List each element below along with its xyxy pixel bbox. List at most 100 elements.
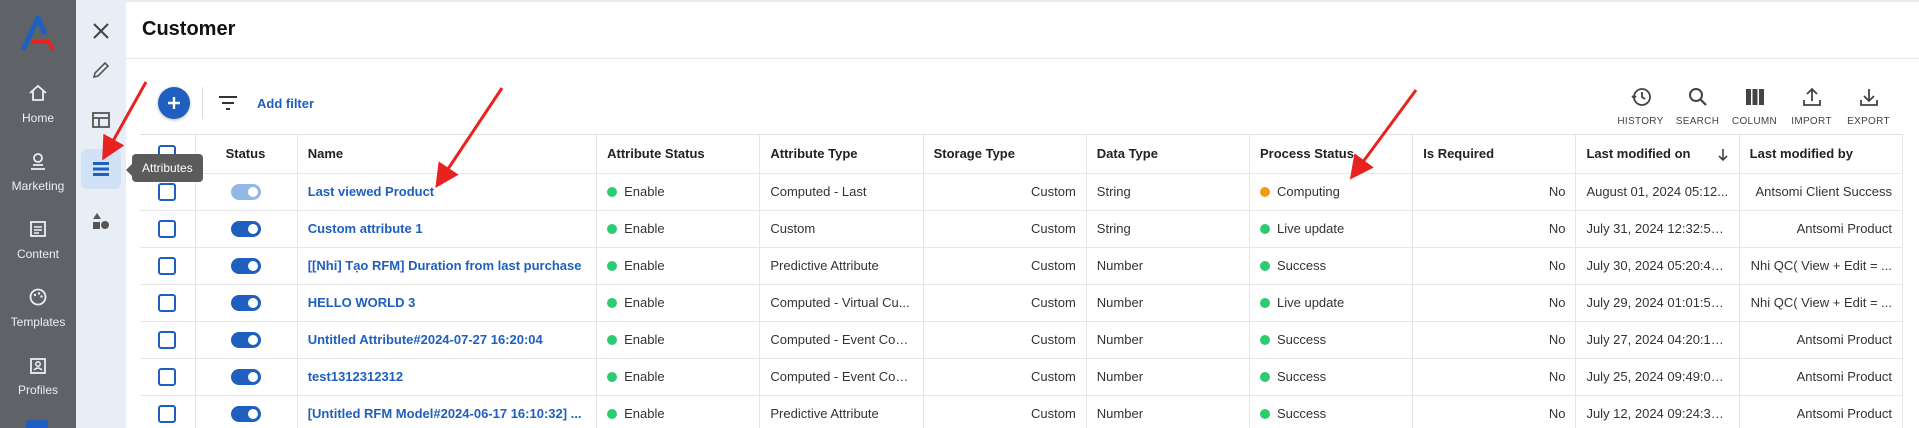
close-button[interactable] bbox=[81, 11, 121, 51]
status-toggle[interactable] bbox=[230, 331, 261, 348]
row-checkbox[interactable] bbox=[158, 219, 177, 238]
header-divider bbox=[126, 58, 1919, 59]
row-status-cell bbox=[195, 210, 298, 248]
profiles-icon bbox=[30, 358, 46, 374]
row-process-status-cell: Live update bbox=[1249, 210, 1414, 248]
filter-icon bbox=[219, 96, 237, 110]
table-row[interactable]: [Untitled RFM Model#2024-06-17 16:10:32]… bbox=[140, 395, 1904, 428]
row-is-required-cell: No bbox=[1412, 173, 1577, 211]
row-select-cell bbox=[140, 210, 196, 248]
nav-templates[interactable]: Templates bbox=[0, 286, 76, 329]
row-last-modified-by-cell: Antsomi Product bbox=[1739, 358, 1904, 396]
row-name-cell: Custom attribute 1 bbox=[297, 210, 598, 248]
header-is-required[interactable]: Is Required bbox=[1412, 135, 1577, 174]
row-checkbox[interactable] bbox=[158, 182, 177, 201]
search-icon bbox=[1688, 88, 1707, 106]
rail-table-button[interactable] bbox=[81, 100, 121, 140]
table-row[interactable]: Last viewed Product Enable Computed - Last… bbox=[140, 173, 1904, 211]
status-toggle[interactable] bbox=[230, 183, 261, 200]
row-process-status-cell: Success bbox=[1249, 395, 1414, 428]
nav-next-icon[interactable] bbox=[26, 420, 48, 428]
table-row[interactable]: test1312312312 Enable Computed - Event Cou… bbox=[140, 358, 1904, 396]
row-checkbox[interactable] bbox=[158, 367, 177, 386]
header-last-modified-by[interactable]: Last modified by bbox=[1739, 135, 1904, 174]
header-status[interactable]: Status bbox=[195, 135, 298, 174]
row-checkbox[interactable] bbox=[158, 293, 177, 312]
row-name-cell: HELLO WORLD 3 bbox=[297, 284, 598, 322]
rail-shapes-button[interactable] bbox=[81, 201, 121, 241]
attributes-table: Status Name Attribute Status Attribute T… bbox=[140, 135, 1904, 428]
history-button[interactable]: HISTORY bbox=[1612, 86, 1669, 127]
row-attribute-type-cell: Predictive Attribute bbox=[759, 247, 924, 285]
row-data-type-cell: Number bbox=[1086, 284, 1251, 322]
row-name-cell: test1312312312 bbox=[297, 358, 598, 396]
row-is-required-cell: No bbox=[1412, 284, 1577, 322]
header-name[interactable]: Name bbox=[297, 135, 598, 174]
header-last-modified-on[interactable]: Last modified on bbox=[1575, 135, 1740, 174]
search-label: SEARCH bbox=[1675, 116, 1720, 127]
row-is-required-cell: No bbox=[1412, 395, 1577, 428]
row-data-type-cell: Number bbox=[1086, 321, 1251, 359]
row-data-type-cell: Number bbox=[1086, 247, 1251, 285]
add-button[interactable] bbox=[158, 87, 190, 119]
row-checkbox[interactable] bbox=[158, 330, 177, 349]
row-is-required-cell: No bbox=[1412, 210, 1577, 248]
header-attribute-status[interactable]: Attribute Status bbox=[596, 135, 761, 174]
status-toggle[interactable] bbox=[230, 220, 261, 237]
attribute-name-link[interactable]: Last viewed Product bbox=[308, 184, 434, 199]
attributes-tooltip: Attributes bbox=[126, 154, 203, 182]
export-button[interactable]: EXPORT bbox=[1840, 86, 1897, 127]
antsomi-logo[interactable] bbox=[19, 16, 57, 52]
add-filter-link[interactable]: Add filter bbox=[257, 96, 314, 111]
attribute-name-link[interactable]: Custom attribute 1 bbox=[308, 221, 423, 236]
table-row[interactable]: HELLO WORLD 3 Enable Computed - Virtual Cu… bbox=[140, 284, 1904, 322]
column-button[interactable]: COLUMN bbox=[1726, 86, 1783, 127]
row-attribute-status-cell: Enable bbox=[596, 321, 761, 359]
row-attribute-status-cell: Enable bbox=[596, 284, 761, 322]
process-status-text: Success bbox=[1277, 258, 1327, 273]
enable-status-dot bbox=[607, 261, 618, 271]
toolbar-left: Add filter bbox=[158, 86, 314, 120]
table-row[interactable]: Untitled Attribute#2024-07-27 16:20:04 En… bbox=[140, 321, 1904, 359]
row-checkbox[interactable] bbox=[158, 404, 177, 423]
row-data-type-cell: Number bbox=[1086, 395, 1251, 428]
rail-edit-button[interactable] bbox=[81, 50, 121, 90]
status-toggle[interactable] bbox=[230, 405, 261, 422]
rail-attributes-button[interactable] bbox=[81, 149, 121, 189]
header-attribute-type[interactable]: Attribute Type bbox=[759, 135, 924, 174]
header-process-status[interactable]: Process Status bbox=[1249, 135, 1414, 174]
export-icon bbox=[1859, 89, 1878, 106]
status-toggle[interactable] bbox=[230, 294, 261, 311]
nav-profiles[interactable]: Profiles bbox=[0, 354, 76, 397]
nav-home[interactable]: Home bbox=[0, 82, 76, 125]
import-button[interactable]: IMPORT bbox=[1783, 86, 1840, 127]
row-status-cell bbox=[195, 358, 298, 396]
row-checkbox[interactable] bbox=[158, 256, 177, 275]
status-toggle[interactable] bbox=[230, 257, 261, 274]
process-status-text: Success bbox=[1277, 332, 1327, 347]
filter-button[interactable] bbox=[217, 92, 239, 114]
header-data-type[interactable]: Data Type bbox=[1086, 135, 1251, 174]
nav-content[interactable]: Content bbox=[0, 218, 76, 261]
row-last-modified-on-cell: August 01, 2024 05:12... bbox=[1575, 173, 1740, 211]
status-toggle[interactable] bbox=[230, 368, 261, 385]
sort-down-icon[interactable] bbox=[1717, 148, 1729, 162]
toolbar-right: HISTORY SEARCH COLUMN IMPORT EXPORT bbox=[1612, 86, 1897, 127]
header-storage-type[interactable]: Storage Type bbox=[923, 135, 1087, 174]
attribute-name-link[interactable]: HELLO WORLD 3 bbox=[308, 295, 416, 310]
attribute-name-link[interactable]: [Untitled RFM Model#2024-06-17 16:10:32]… bbox=[308, 406, 582, 421]
row-select-cell bbox=[140, 284, 196, 322]
enable-status-dot bbox=[607, 372, 618, 382]
row-attribute-status-cell: Enable bbox=[596, 210, 761, 248]
table-row[interactable]: Custom attribute 1 Enable Custom Custom Stri… bbox=[140, 210, 1904, 248]
table-row[interactable]: [[Nhi] Tạo RFM] Duration from last purch… bbox=[140, 247, 1904, 285]
search-button[interactable]: SEARCH bbox=[1669, 86, 1726, 127]
process-status-dot bbox=[1260, 409, 1271, 419]
attribute-name-link[interactable]: [[Nhi] Tạo RFM] Duration from last purch… bbox=[308, 258, 582, 273]
attribute-status-text: Enable bbox=[624, 332, 665, 347]
nav-marketing-label: Marketing bbox=[11, 179, 65, 193]
attribute-name-link[interactable]: Untitled Attribute#2024-07-27 16:20:04 bbox=[308, 332, 543, 347]
attribute-name-link[interactable]: test1312312312 bbox=[308, 369, 403, 384]
nav-marketing[interactable]: Marketing bbox=[0, 150, 76, 193]
row-last-modified-by-cell: Antsomi Client Success bbox=[1739, 173, 1904, 211]
